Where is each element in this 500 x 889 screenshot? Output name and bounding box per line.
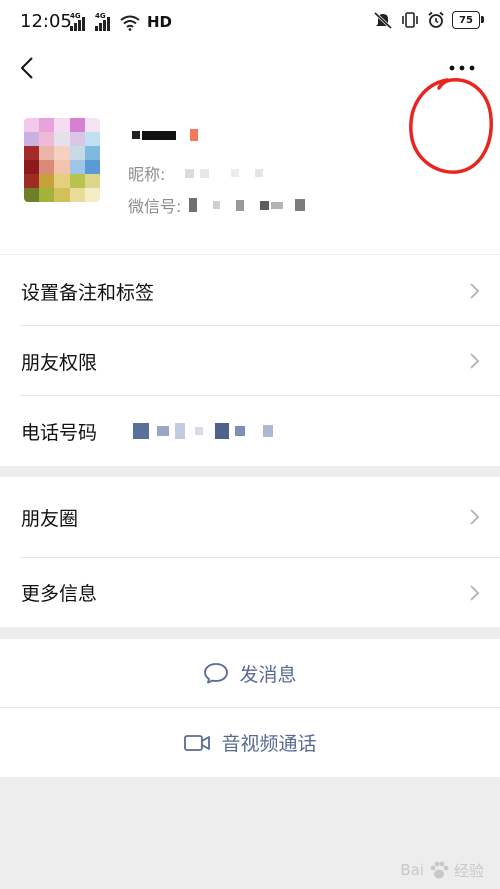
- remark-tags-label: 设置备注和标签: [21, 281, 155, 304]
- phone-number-row[interactable]: 电话号码: [0, 396, 500, 466]
- av-call-label: 音视频通话: [221, 733, 317, 755]
- network-tag-2: 4G: [95, 12, 106, 20]
- send-message-label: 发消息: [239, 663, 297, 686]
- chevron-right-icon: [470, 353, 480, 369]
- chevron-left-icon: [21, 57, 33, 79]
- back-button[interactable]: [10, 50, 44, 86]
- wechat-id-redacted: [189, 198, 306, 212]
- battery-icon: 75: [452, 11, 484, 29]
- chevron-right-icon: [470, 584, 480, 601]
- actions-group: 发消息 音视频通话: [0, 639, 500, 777]
- wifi-icon: [120, 15, 140, 31]
- more-options-button[interactable]: [442, 50, 482, 86]
- moments-label: 朋友圈: [21, 507, 79, 530]
- status-icons: 75: [373, 11, 484, 29]
- phone-number-label: 电话号码: [21, 421, 98, 444]
- send-message-button[interactable]: 发消息: [0, 639, 500, 707]
- watermark-brand: Bai: [400, 861, 424, 879]
- paw-icon: [430, 861, 449, 879]
- battery-level: 75: [459, 14, 473, 26]
- phone-number-redacted: [133, 423, 273, 439]
- status-bar: 12:05 4G 4G HD 75: [0, 0, 500, 44]
- more-info-label: 更多信息: [21, 583, 98, 605]
- more-dots-icon: [449, 65, 475, 71]
- settings-group-2: 朋友圈 更多信息: [0, 477, 500, 627]
- network-tag-1: 4G: [70, 12, 81, 20]
- wechat-id-row: 微信号:: [128, 193, 306, 217]
- nickname-redacted: [173, 168, 264, 178]
- moments-row[interactable]: 朋友圈: [0, 477, 500, 557]
- nickname-row: 昵称:: [128, 161, 264, 185]
- remark-tags-row[interactable]: 设置备注和标签: [0, 255, 500, 327]
- video-camera-icon: [184, 734, 211, 751]
- signal-icon-2: 4G: [95, 12, 110, 31]
- status-time: 12:05: [20, 11, 72, 32]
- signal-icon-1: 4G: [70, 12, 85, 31]
- network-indicators: 4G 4G HD: [70, 12, 173, 31]
- nickname-label: 昵称:: [128, 165, 166, 184]
- friend-permissions-row[interactable]: 朋友权限: [0, 326, 500, 396]
- avatar[interactable]: [24, 118, 100, 202]
- hd-label: HD: [147, 13, 173, 31]
- annotation-circle: [409, 78, 493, 174]
- baidu-watermark: Bai 经验: [400, 859, 484, 881]
- settings-group-1: 设置备注和标签 朋友权限 电话号码: [0, 255, 500, 466]
- wechat-id-label: 微信号:: [128, 197, 182, 216]
- profile-header: 昵称: 微信号:: [0, 44, 500, 254]
- alarm-icon: [428, 11, 444, 28]
- chat-bubble-icon: [204, 663, 229, 684]
- av-call-button[interactable]: 音视频通话: [0, 708, 500, 777]
- vibrate-icon: [402, 12, 418, 28]
- mute-bell-icon: [373, 11, 393, 29]
- chevron-right-icon: [470, 283, 480, 299]
- friend-permissions-label: 朋友权限: [21, 351, 98, 374]
- chevron-right-icon: [470, 509, 480, 525]
- more-info-row[interactable]: 更多信息: [0, 558, 500, 627]
- display-name-redacted: [132, 126, 198, 144]
- watermark-suffix: 经验: [453, 861, 484, 880]
